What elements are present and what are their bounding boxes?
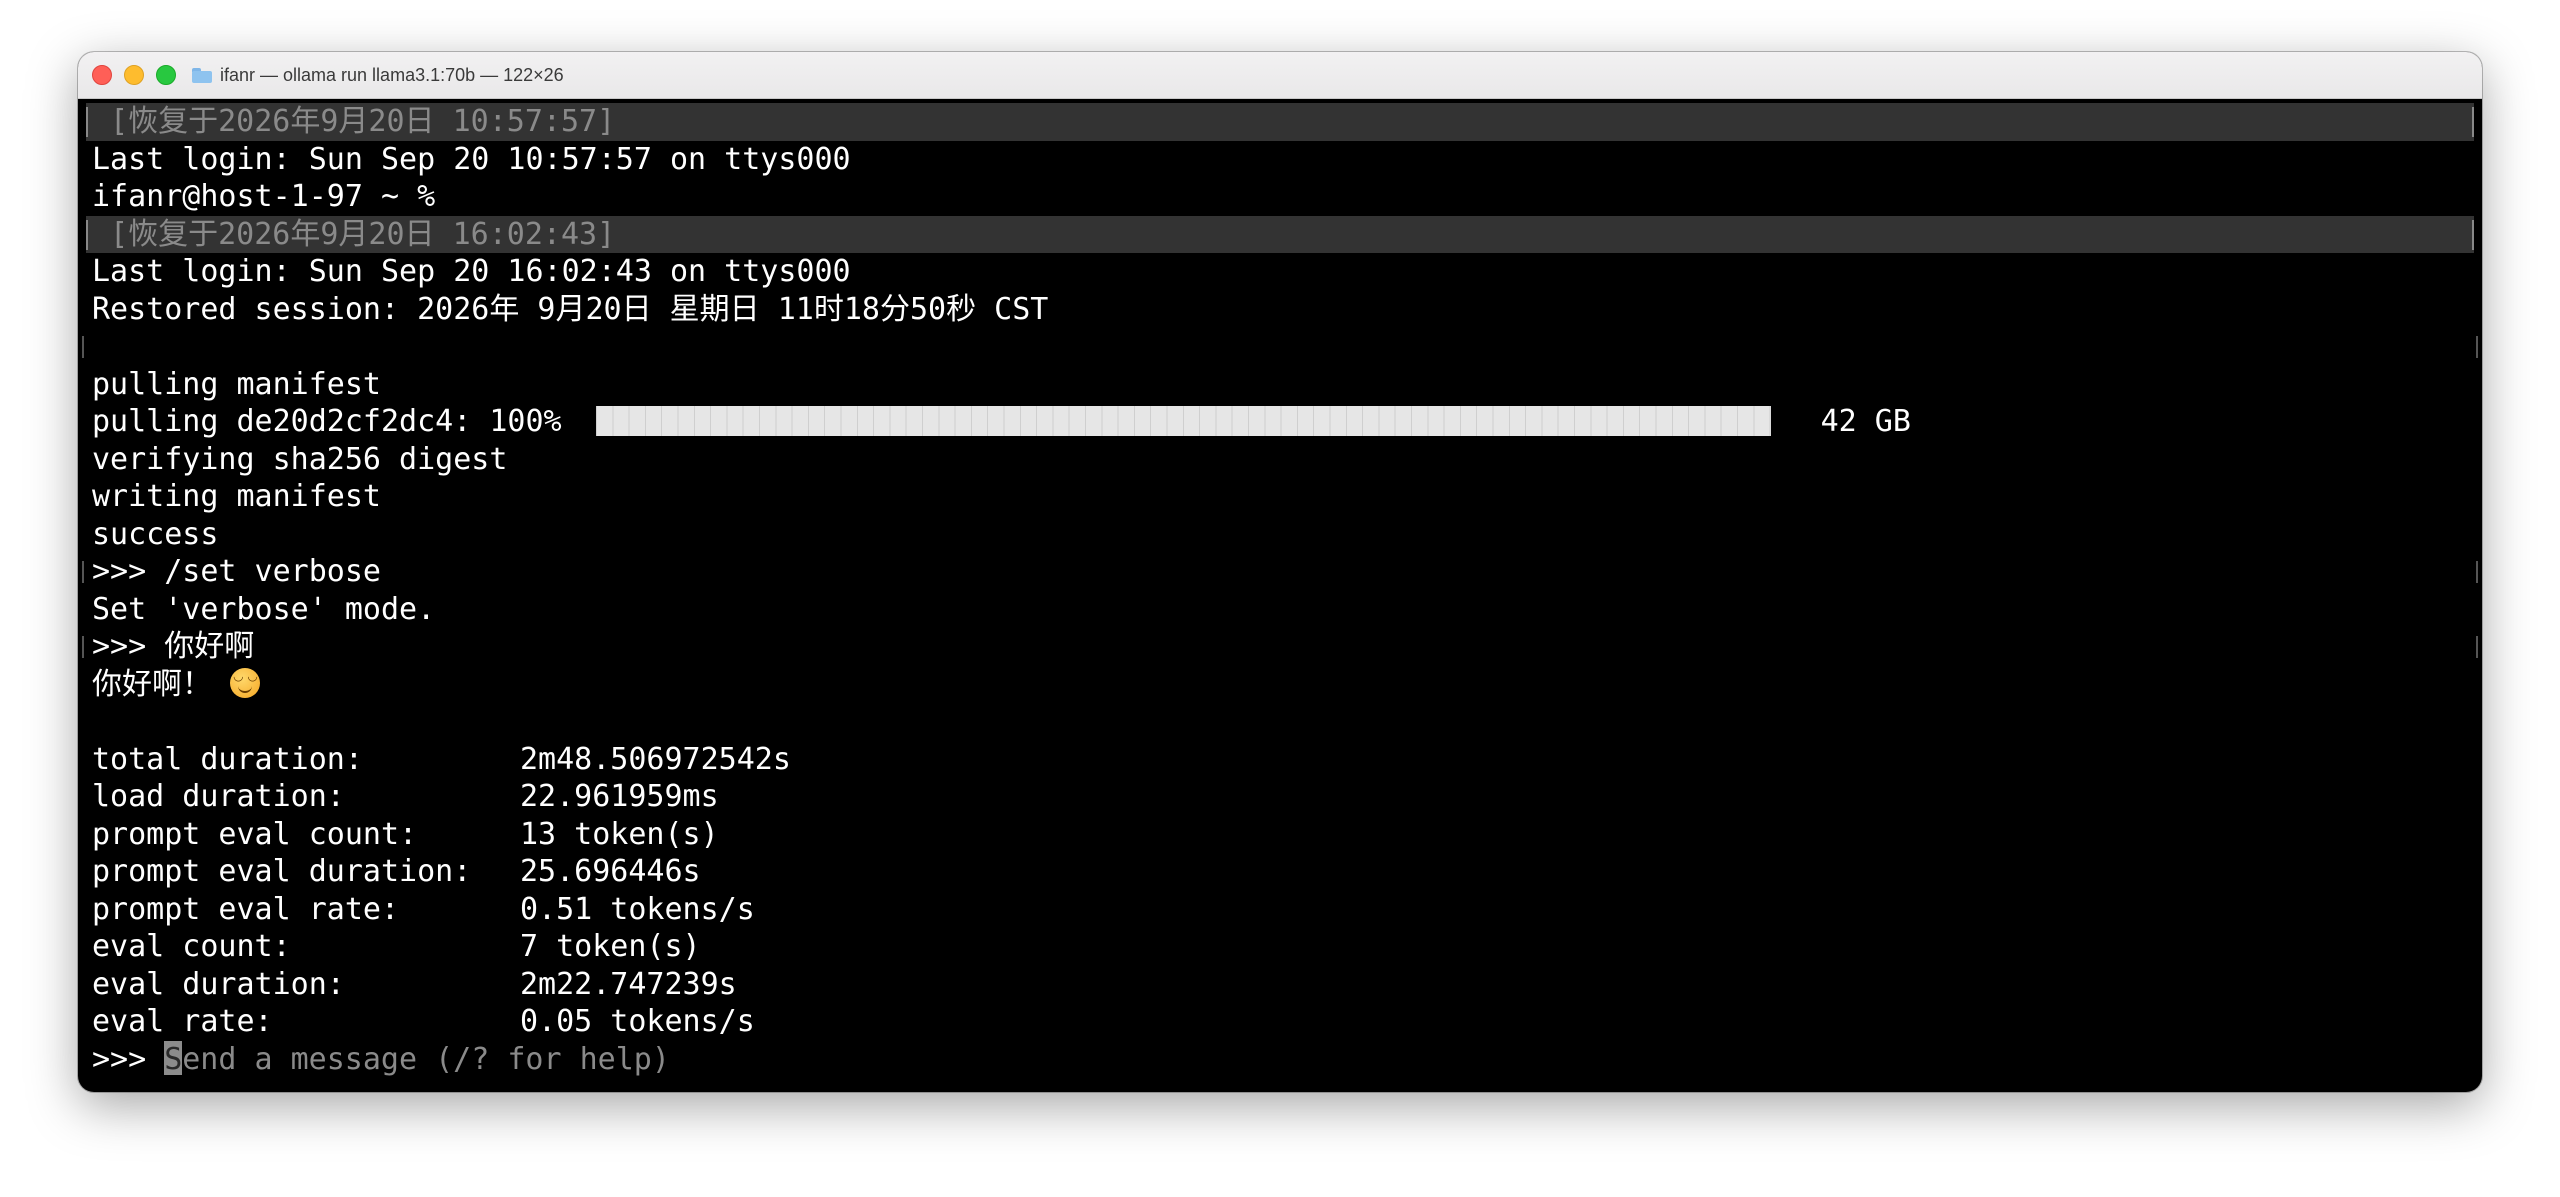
stat-label: prompt eval duration: [92, 854, 472, 889]
stat-value: 7 token(s) [520, 929, 701, 964]
restored-banner: [恢复于2026年9月20日 10:57:57] [86, 103, 2474, 141]
stat-row: total duration: 2m48.506972542s [78, 741, 2482, 779]
pull-layer-text: pulling de20d2cf2dc4: 100% [92, 404, 562, 439]
stat-label: total duration: [92, 741, 363, 777]
output-line: writing manifest [92, 479, 381, 514]
input-prompt-line[interactable]: >>> Send a message (/? for help) [78, 1041, 2482, 1079]
shell-prompt-line: ifanr@host-1-97 ~ % [92, 179, 436, 214]
minimize-button[interactable] [124, 65, 144, 85]
pull-size: 42 GB [1820, 404, 1911, 439]
stat-row: prompt eval rate: 0.51 tokens/s [78, 891, 2482, 929]
text-cursor: S [164, 1041, 183, 1077]
stat-label: eval count: [92, 929, 291, 964]
pull-progress-line: pulling de20d2cf2dc4: 100% 42 GB [78, 403, 2482, 441]
output-line: verifying sha256 digest [92, 441, 508, 477]
download-progress-bar [595, 405, 1771, 436]
last-login-line: Last login: Sun Sep 20 16:02:43 on ttys0… [92, 254, 851, 289]
stat-label: prompt eval rate: [92, 891, 400, 927]
stat-value: 22.961959ms [520, 779, 719, 814]
output-line: success [92, 516, 219, 552]
traffic-lights [92, 65, 176, 85]
stat-value: 0.05 tokens/s [520, 1004, 755, 1039]
stat-label: prompt eval count: [92, 816, 418, 852]
terminal-window: ifanr — ollama run llama3.1:70b — 122×26… [78, 52, 2482, 1092]
stat-label: eval duration: [92, 966, 345, 1002]
title-bar[interactable]: ifanr — ollama run llama3.1:70b — 122×26 [78, 52, 2482, 99]
command-mark-line [78, 328, 2482, 366]
input-placeholder[interactable]: end a message (/? for help) [182, 1042, 670, 1077]
stat-row: prompt eval duration: 25.696446s [78, 853, 2482, 891]
terminal-content[interactable]: [恢复于2026年9月20日 10:57:57] Last login: Sun… [78, 99, 2482, 1092]
close-button[interactable] [92, 65, 112, 85]
zoom-button[interactable] [156, 65, 176, 85]
ollama-command-line: >>> 你好啊 [78, 628, 2482, 666]
stat-label: eval rate: [92, 1004, 273, 1039]
output-line: Set 'verbose' mode. [92, 591, 436, 627]
stat-value: 0.51 tokens/s [520, 891, 755, 927]
stats-block: total duration: 2m48.506972542s load durat… [78, 741, 2482, 1041]
stat-row: eval rate: 0.05 tokens/s [78, 1003, 2482, 1041]
stat-value: 13 token(s) [520, 816, 719, 852]
stat-value: 2m48.506972542s [520, 741, 791, 777]
last-login-line: Last login: Sun Sep 20 10:57:57 on ttys0… [92, 141, 851, 177]
stat-row: eval duration: 2m22.747239s [78, 966, 2482, 1004]
output-line: pulling manifest [92, 366, 381, 402]
ollama-command-line: >>> /set verbose [78, 553, 2482, 591]
folder-icon [192, 67, 212, 83]
stat-row: eval count: 7 token(s) [78, 928, 2482, 966]
model-reply-line: 你好啊！ [78, 666, 2482, 704]
restored-session-line: Restored session: 2026年 9月20日 星期日 11时18分… [92, 291, 1049, 327]
stat-label: load duration: [92, 779, 345, 814]
input-prompt: >>> [92, 1041, 165, 1077]
window-title: ifanr — ollama run llama3.1:70b — 122×26 [220, 64, 564, 85]
restored-banner: [恢复于2026年9月20日 16:02:43] [86, 215, 2474, 253]
stat-value: 25.696446s [520, 854, 701, 889]
smiling-face-emoji-icon [230, 666, 261, 698]
stat-row: load duration: 22.961959ms [78, 778, 2482, 816]
stat-row: prompt eval count: 13 token(s) [78, 816, 2482, 854]
model-reply-text: 你好啊！ [92, 666, 231, 702]
stat-value: 2m22.747239s [520, 966, 737, 1002]
window-title-area: ifanr — ollama run llama3.1:70b — 122×26 [192, 52, 564, 98]
